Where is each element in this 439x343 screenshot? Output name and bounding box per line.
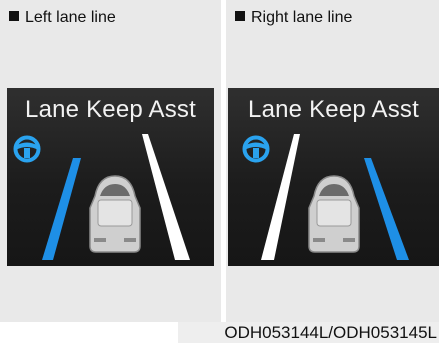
vehicle-icon bbox=[308, 175, 360, 253]
figure-code-box: ODH053144L/ODH053145L bbox=[178, 322, 439, 343]
steering-wheel-icon bbox=[13, 135, 41, 163]
right-caption-text: Right lane line bbox=[251, 9, 353, 26]
display-title-right: Lane Keep Asst bbox=[248, 96, 419, 123]
vehicle-icon bbox=[89, 175, 141, 253]
bullet-square-icon bbox=[235, 11, 245, 21]
cluster-display-left: Lane Keep Asst bbox=[7, 88, 214, 266]
left-lane-caption: Left lane line bbox=[9, 9, 116, 27]
figure-code: ODH053144L/ODH053145L bbox=[224, 323, 437, 342]
bullet-square-icon bbox=[9, 11, 19, 21]
right-lane-panel: Right lane line Lane Keep Asst bbox=[226, 0, 439, 322]
left-caption-text: Left lane line bbox=[25, 9, 116, 26]
left-lane-line bbox=[42, 158, 81, 260]
cluster-display-right: Lane Keep Asst bbox=[228, 88, 439, 266]
right-lane-caption: Right lane line bbox=[235, 9, 352, 27]
steering-wheel-icon bbox=[242, 135, 270, 163]
right-lane-line bbox=[142, 134, 190, 260]
right-lane-line bbox=[364, 158, 409, 260]
display-title-left: Lane Keep Asst bbox=[25, 96, 196, 123]
left-lane-panel: Left lane line Lane Keep Asst bbox=[0, 0, 221, 322]
